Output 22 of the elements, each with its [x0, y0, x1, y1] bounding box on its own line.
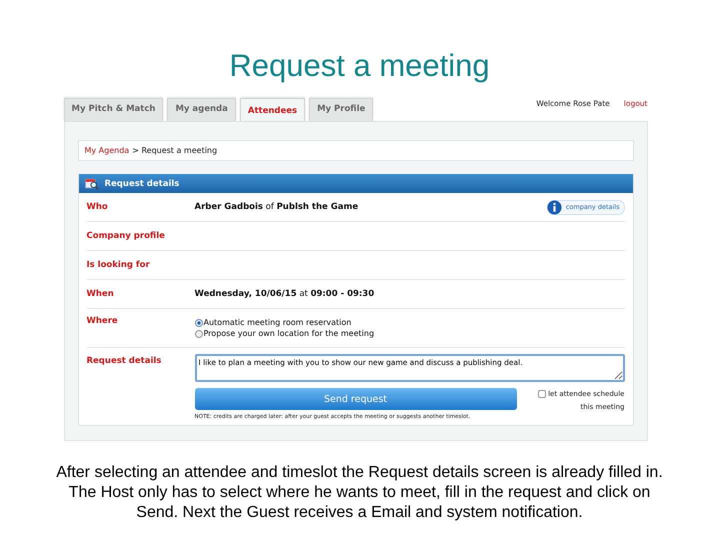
- field-label: Request details: [86, 355, 162, 366]
- radio-option[interactable]: Automatic meeting room reservation: [194, 318, 352, 327]
- calendar-search-icon: [84, 178, 98, 190]
- field-label: Where: [86, 315, 119, 326]
- send-request-button[interactable]: Send request: [194, 388, 516, 410]
- radio-option[interactable]: Propose your own location for the meeting: [194, 329, 374, 338]
- slide-caption: After selecting an attendee and timeslot the Request details screen is already filled in. The Host only has to select where he wants to meet, fill in the request and click on Send. Next the Guest receives a Email and system notification.: [55, 463, 664, 523]
- field-value: Wednesday, 10/06/15 at 09:00 - 09:30: [194, 289, 374, 299]
- tab[interactable]: My agenda: [167, 98, 236, 121]
- field-label: When: [86, 288, 115, 299]
- section-title: Request details: [104, 178, 180, 188]
- breadcrumb-link[interactable]: My Agenda: [84, 146, 130, 155]
- tab[interactable]: Attendees: [240, 98, 306, 121]
- breadcrumb-text: > Request a meeting: [132, 146, 218, 155]
- field-value: Arber Gadbois of Publsh the Game: [194, 202, 358, 212]
- tab[interactable]: My Pitch & Match: [64, 98, 164, 121]
- info-icon: [546, 200, 562, 214]
- tab[interactable]: My Profile: [309, 98, 374, 121]
- field-label: Company profile: [86, 230, 166, 241]
- slide-title: Request a meeting: [229, 48, 490, 84]
- field-label: Is looking for: [86, 259, 151, 270]
- field-label: Who: [86, 201, 109, 212]
